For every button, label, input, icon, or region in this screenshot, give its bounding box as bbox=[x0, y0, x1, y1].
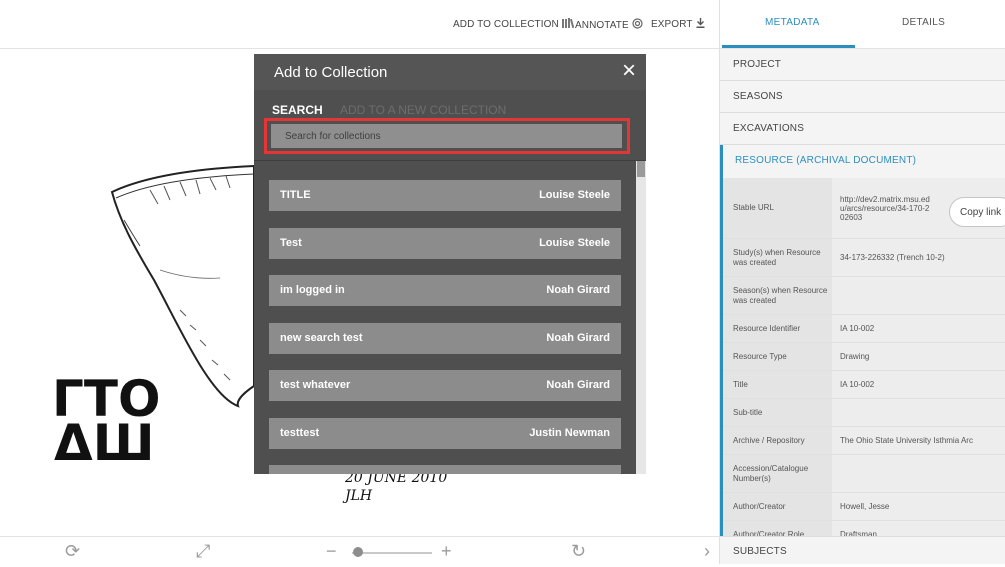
section-excavations[interactable]: EXCAVATIONS bbox=[720, 113, 1005, 145]
viewer-toolbar: ADD TO COLLECTION ANNOTATE EXPORT bbox=[0, 0, 719, 49]
tab-details[interactable]: DETAILS bbox=[902, 17, 945, 28]
viewer-controls: ⟳ ⤢ − + ↻ › bbox=[0, 536, 719, 565]
field-key: Resource Identifier bbox=[723, 315, 832, 342]
collection-owner: Justin Newman bbox=[529, 426, 610, 439]
collection-item[interactable]: TITLE Louise Steele bbox=[269, 180, 621, 211]
active-tab-indicator bbox=[722, 45, 855, 48]
field-key: Sub-title bbox=[723, 399, 832, 426]
field-value: IA 10-002 bbox=[832, 315, 1005, 342]
modal-title: Add to Collection bbox=[274, 64, 388, 81]
field-value: 34-173-226332 (Trench 10-2) bbox=[832, 239, 1005, 276]
reset-icon[interactable]: ↻ bbox=[571, 541, 586, 561]
collection-name: im logged in bbox=[280, 284, 345, 296]
metadata-row: Study(s) when Resource was created 34-17… bbox=[723, 239, 1005, 277]
field-key: Accession/Catalogue Number(s) bbox=[723, 455, 832, 492]
collection-search-input[interactable] bbox=[271, 124, 622, 148]
field-key: Season(s) when Resource was created bbox=[723, 277, 832, 314]
resource-section-title[interactable]: RESOURCE (ARCHIVAL DOCUMENT) bbox=[723, 145, 1005, 178]
resource-section: RESOURCE (ARCHIVAL DOCUMENT) Stable URL … bbox=[720, 145, 1005, 536]
annotate-label: ANNOTATE bbox=[575, 19, 629, 31]
drawing-initials-text: JLH bbox=[342, 488, 373, 504]
collection-item[interactable]: Test Louise Steele bbox=[269, 227, 621, 259]
field-value: IA 10-002 bbox=[832, 371, 1005, 398]
collection-list: TITLE Louise Steele Test Louise Steele i… bbox=[269, 180, 621, 474]
collection-list-area: TITLE Louise Steele Test Louise Steele i… bbox=[254, 161, 646, 474]
tab-search[interactable]: SEARCH bbox=[272, 103, 323, 117]
modal-header: Add to Collection × bbox=[254, 54, 646, 90]
section-subjects[interactable]: SUBJECTS bbox=[720, 536, 1005, 564]
field-key: Stable URL bbox=[723, 178, 832, 238]
collection-item[interactable]: new search test Noah Girard bbox=[269, 322, 621, 354]
metadata-panel: METADATA DETAILS PROJECT SEASONS EXCAVAT… bbox=[719, 0, 1005, 564]
metadata-row: Author/Creator Howell, Jesse bbox=[723, 493, 1005, 521]
collection-owner: Louise Steele bbox=[539, 189, 610, 201]
metadata-row: Accession/Catalogue Number(s) bbox=[723, 455, 1005, 493]
collection-name: TITLE bbox=[280, 189, 311, 201]
field-value bbox=[832, 277, 1005, 314]
field-key: Author/Creator Role bbox=[723, 521, 832, 536]
zoom-out-icon[interactable]: − bbox=[326, 541, 337, 561]
field-value bbox=[832, 399, 1005, 426]
field-value: Draftsman bbox=[832, 521, 1005, 536]
field-value bbox=[832, 455, 1005, 492]
collection-name: testtest bbox=[280, 426, 320, 439]
field-key: Resource Type bbox=[723, 343, 832, 370]
zoom-slider-track[interactable] bbox=[352, 552, 432, 554]
export-label: EXPORT bbox=[651, 19, 693, 30]
zoom-slider-handle[interactable] bbox=[353, 547, 363, 557]
fullscreen-icon[interactable]: ⤢ bbox=[196, 541, 210, 561]
collection-name: new search test bbox=[280, 331, 363, 344]
library-icon bbox=[561, 18, 575, 31]
metadata-row: Author/Creator Role Draftsman bbox=[723, 521, 1005, 536]
drawing-label-line2: ΔШ bbox=[54, 414, 154, 472]
download-icon bbox=[696, 18, 705, 31]
panel-tabs: METADATA DETAILS bbox=[720, 0, 1005, 49]
collection-name: test whatever bbox=[280, 379, 351, 391]
target-icon bbox=[632, 18, 643, 32]
collection-owner: Noah Girard bbox=[546, 284, 610, 296]
field-value: The Ohio State University Isthmia Arc bbox=[832, 427, 1005, 454]
stable-url-value: http://dev2.matrix.msu.edu/arcs/resource… bbox=[840, 194, 930, 222]
collection-item[interactable]: test whatever Noah Girard bbox=[269, 370, 621, 401]
metadata-row: Sub-title bbox=[723, 399, 1005, 427]
export-button[interactable]: EXPORT bbox=[651, 18, 705, 31]
field-key: Author/Creator bbox=[723, 493, 832, 520]
field-key: Study(s) when Resource was created bbox=[723, 239, 832, 276]
metadata-row: Resource Type Drawing bbox=[723, 343, 1005, 371]
collection-owner: Noah Girard bbox=[546, 379, 610, 391]
add-to-collection-modal: Add to Collection × SEARCH ADD TO A NEW … bbox=[254, 54, 646, 474]
tab-metadata[interactable]: METADATA bbox=[765, 17, 820, 28]
collection-item[interactable] bbox=[269, 465, 621, 474]
collection-item[interactable]: im logged in Noah Girard bbox=[269, 275, 621, 306]
copy-link-button[interactable]: Copy link bbox=[949, 197, 1005, 227]
modal-tabs: SEARCH ADD TO A NEW COLLECTION bbox=[272, 103, 506, 117]
collection-name: Test bbox=[280, 236, 302, 249]
metadata-row: Season(s) when Resource was created bbox=[723, 277, 1005, 315]
list-scrollbar-thumb[interactable] bbox=[637, 161, 645, 177]
section-project[interactable]: PROJECT bbox=[720, 49, 1005, 81]
annotate-button[interactable]: ANNOTATE bbox=[575, 18, 643, 32]
field-value: Drawing bbox=[832, 343, 1005, 370]
collection-owner: Louise Steele bbox=[539, 236, 610, 249]
collection-item[interactable]: testtest Justin Newman bbox=[269, 417, 621, 449]
tab-add-new-collection[interactable]: ADD TO A NEW COLLECTION bbox=[340, 103, 506, 117]
list-scrollbar[interactable] bbox=[636, 161, 646, 474]
metadata-row: Title IA 10-002 bbox=[723, 371, 1005, 399]
metadata-row: Archive / Repository The Ohio State Univ… bbox=[723, 427, 1005, 455]
metadata-row: Resource Identifier IA 10-002 bbox=[723, 315, 1005, 343]
close-icon[interactable]: × bbox=[622, 58, 636, 84]
field-key: Archive / Repository bbox=[723, 427, 832, 454]
rotate-icon[interactable]: ⟳ bbox=[65, 541, 80, 561]
zoom-in-icon[interactable]: + bbox=[441, 541, 452, 561]
collection-owner: Noah Girard bbox=[546, 331, 610, 344]
add-to-collection-button[interactable]: ADD TO COLLECTION bbox=[453, 18, 575, 31]
add-to-collection-label: ADD TO COLLECTION bbox=[453, 19, 559, 30]
field-key: Title bbox=[723, 371, 832, 398]
field-value: Howell, Jesse bbox=[832, 493, 1005, 520]
section-seasons[interactable]: SEASONS bbox=[720, 81, 1005, 113]
next-chevron-icon[interactable]: › bbox=[704, 541, 710, 561]
